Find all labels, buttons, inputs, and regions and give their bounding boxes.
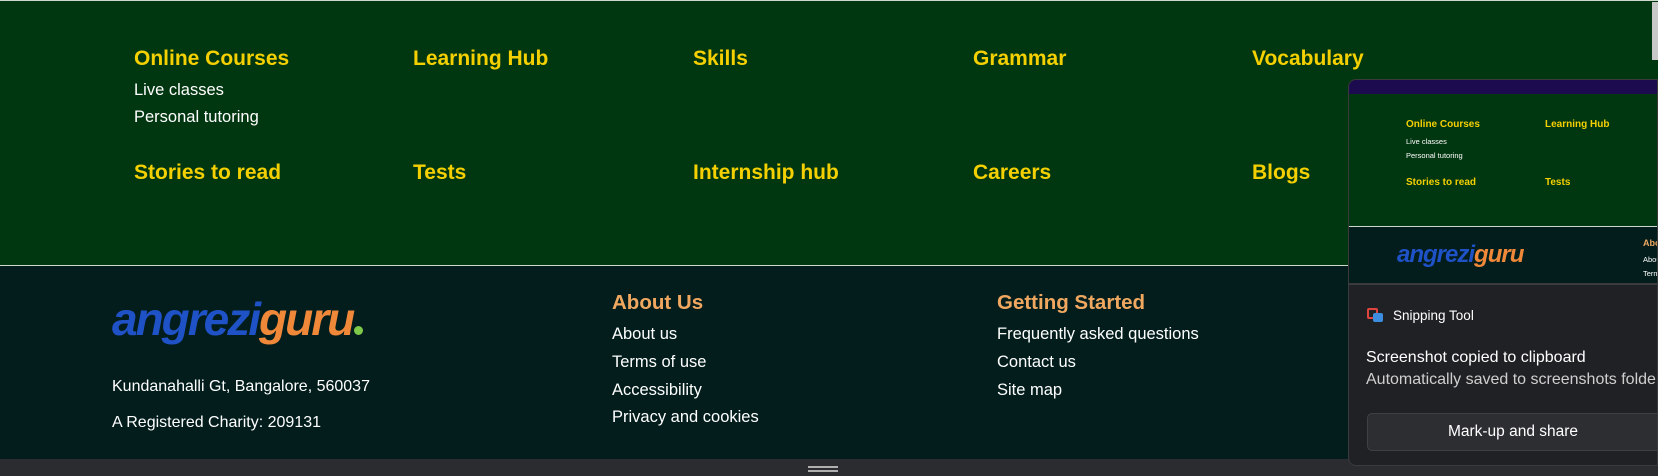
- preview-logo-part2: guru: [1474, 241, 1524, 268]
- nav-careers[interactable]: Careers: [973, 160, 1051, 186]
- preview-sub-1: Live classes: [1406, 137, 1447, 146]
- footer-link-privacy[interactable]: Privacy and cookies: [612, 407, 759, 427]
- nav-skills[interactable]: Skills: [693, 46, 748, 72]
- footer-started-section: Getting Started Frequently asked questio…: [997, 290, 1199, 400]
- logo-dot: [354, 326, 364, 335]
- preview-footer-link-1: Abou: [1643, 255, 1657, 264]
- toast-title: Screenshot copied to clipboard: [1366, 349, 1586, 366]
- nav-live-classes[interactable]: Live classes: [134, 80, 289, 100]
- snipping-tool-icon: [1367, 307, 1383, 323]
- footer-link-faq[interactable]: Frequently asked questions: [997, 324, 1199, 344]
- preview-footer: angreziguru Abo Abou Term: [1349, 226, 1657, 283]
- preview-heading-2: Learning Hub: [1545, 119, 1610, 130]
- nav-grammar[interactable]: Grammar: [973, 46, 1066, 72]
- preview-heading-3: Stories to read: [1406, 177, 1477, 188]
- nav-tests[interactable]: Tests: [413, 160, 466, 186]
- footer-charity: A Registered Charity: 209131: [112, 414, 322, 431]
- logo-text-guru: guru: [259, 293, 355, 345]
- footer-link-terms[interactable]: Terms of use: [612, 352, 759, 372]
- footer-link-about-us[interactable]: About us: [612, 324, 759, 344]
- footer-link-sitemap[interactable]: Site map: [997, 380, 1199, 400]
- nav-online-courses[interactable]: Online Courses: [134, 46, 289, 72]
- resize-handle-icon[interactable]: [808, 466, 838, 472]
- screenshot-preview[interactable]: Online Courses Learning Hub Live classes…: [1348, 79, 1658, 284]
- preview-heading-4: Tests: [1545, 177, 1571, 188]
- preview-logo: angreziguru: [1397, 241, 1524, 269]
- site-logo[interactable]: angreziguru: [112, 291, 364, 347]
- nav-learning-hub[interactable]: Learning Hub: [413, 46, 548, 72]
- footer-address: Kundanahalli Gt, Bangalore, 560037: [112, 378, 370, 395]
- toast-app-header: Snipping Tool: [1367, 307, 1474, 323]
- nav-blogs[interactable]: Blogs: [1252, 160, 1310, 186]
- preview-heading-1: Online Courses: [1406, 119, 1480, 130]
- nav-vocabulary[interactable]: Vocabulary: [1252, 46, 1364, 72]
- nav-personal-tutoring[interactable]: Personal tutoring: [134, 107, 289, 127]
- footer-link-contact[interactable]: Contact us: [997, 352, 1199, 372]
- toast-message: Automatically saved to screenshots folde…: [1366, 371, 1658, 388]
- footer-started-heading: Getting Started: [997, 291, 1146, 314]
- preview-logo-part1: angrezi: [1397, 241, 1475, 268]
- preview-top-bar: [1349, 80, 1657, 94]
- nav-col-online-courses: Online Courses Live classes Personal tut…: [134, 46, 289, 127]
- nav-internship-hub[interactable]: Internship hub: [693, 160, 839, 186]
- preview-footer-heading: Abo: [1643, 238, 1657, 248]
- toast-app-name: Snipping Tool: [1393, 307, 1474, 323]
- logo-text-angrezi: angrezi: [112, 293, 261, 345]
- snipping-toast: Snipping Tool Screenshot copied to clipb…: [1348, 284, 1658, 466]
- markup-share-button[interactable]: Mark-up and share: [1367, 413, 1657, 451]
- preview-footer-link-2: Term: [1643, 269, 1657, 278]
- footer-link-accessibility[interactable]: Accessibility: [612, 380, 759, 400]
- preview-sub-2: Personal tutoring: [1406, 151, 1463, 160]
- nav-stories-to-read[interactable]: Stories to read: [134, 160, 281, 186]
- footer-about-heading: About Us: [612, 291, 704, 314]
- footer-about-section: About Us About us Terms of use Accessibi…: [612, 290, 759, 427]
- page-scrollbar[interactable]: [1652, 2, 1658, 60]
